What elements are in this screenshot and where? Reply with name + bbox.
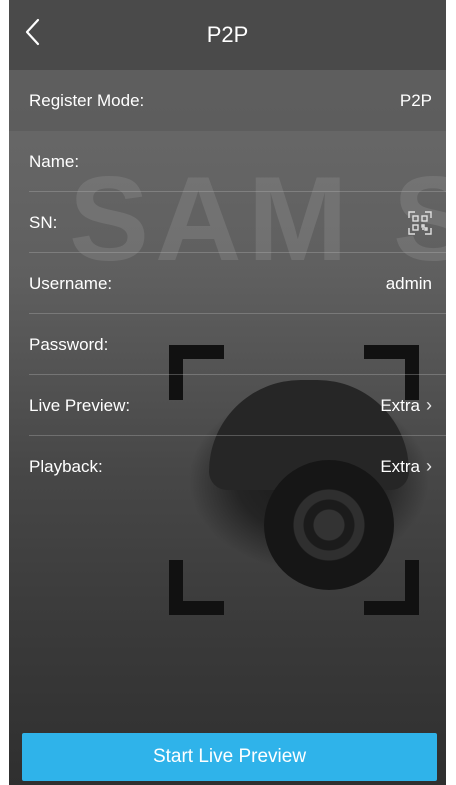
live-preview-row[interactable]: Live Preview: Extra › bbox=[9, 375, 446, 436]
frame-corner-graphic bbox=[169, 560, 224, 615]
playback-value-wrap: Extra › bbox=[380, 456, 432, 477]
back-arrow-icon[interactable] bbox=[19, 14, 49, 50]
chevron-right-icon: › bbox=[426, 456, 432, 476]
username-field[interactable]: admin bbox=[386, 274, 432, 294]
start-live-preview-button[interactable]: Start Live Preview bbox=[22, 733, 437, 781]
page-title: P2P bbox=[206, 22, 249, 47]
name-row[interactable]: Name: bbox=[9, 131, 446, 192]
nav-header: P2P bbox=[9, 0, 446, 70]
playback-row[interactable]: Playback: Extra › bbox=[9, 436, 446, 497]
name-label: Name: bbox=[29, 151, 80, 171]
sn-value-wrap bbox=[402, 210, 432, 235]
live-preview-value: Extra bbox=[380, 395, 420, 415]
username-label: Username: bbox=[29, 273, 113, 293]
device-form: Register Mode: P2P Name: SN: Username: a… bbox=[9, 70, 446, 497]
password-row[interactable]: Password: bbox=[9, 314, 446, 375]
qr-scan-icon[interactable] bbox=[408, 210, 432, 235]
password-label: Password: bbox=[29, 334, 109, 354]
register-mode-row[interactable]: Register Mode: P2P bbox=[9, 70, 446, 131]
playback-value: Extra bbox=[380, 456, 420, 476]
playback-label: Playback: bbox=[29, 456, 103, 476]
sn-row[interactable]: SN: bbox=[9, 192, 446, 253]
frame-corner-graphic bbox=[364, 560, 419, 615]
chevron-right-icon: › bbox=[426, 395, 432, 415]
sn-label: SN: bbox=[29, 212, 58, 232]
register-mode-label: Register Mode: bbox=[29, 90, 145, 110]
register-mode-value: P2P bbox=[399, 90, 432, 110]
live-preview-label: Live Preview: bbox=[29, 395, 131, 415]
username-row[interactable]: Username: admin bbox=[9, 253, 446, 314]
p2p-screen: SAM SE P2P Register Mode: P2P Name: SN: bbox=[9, 0, 446, 785]
live-preview-value-wrap: Extra › bbox=[380, 395, 432, 416]
